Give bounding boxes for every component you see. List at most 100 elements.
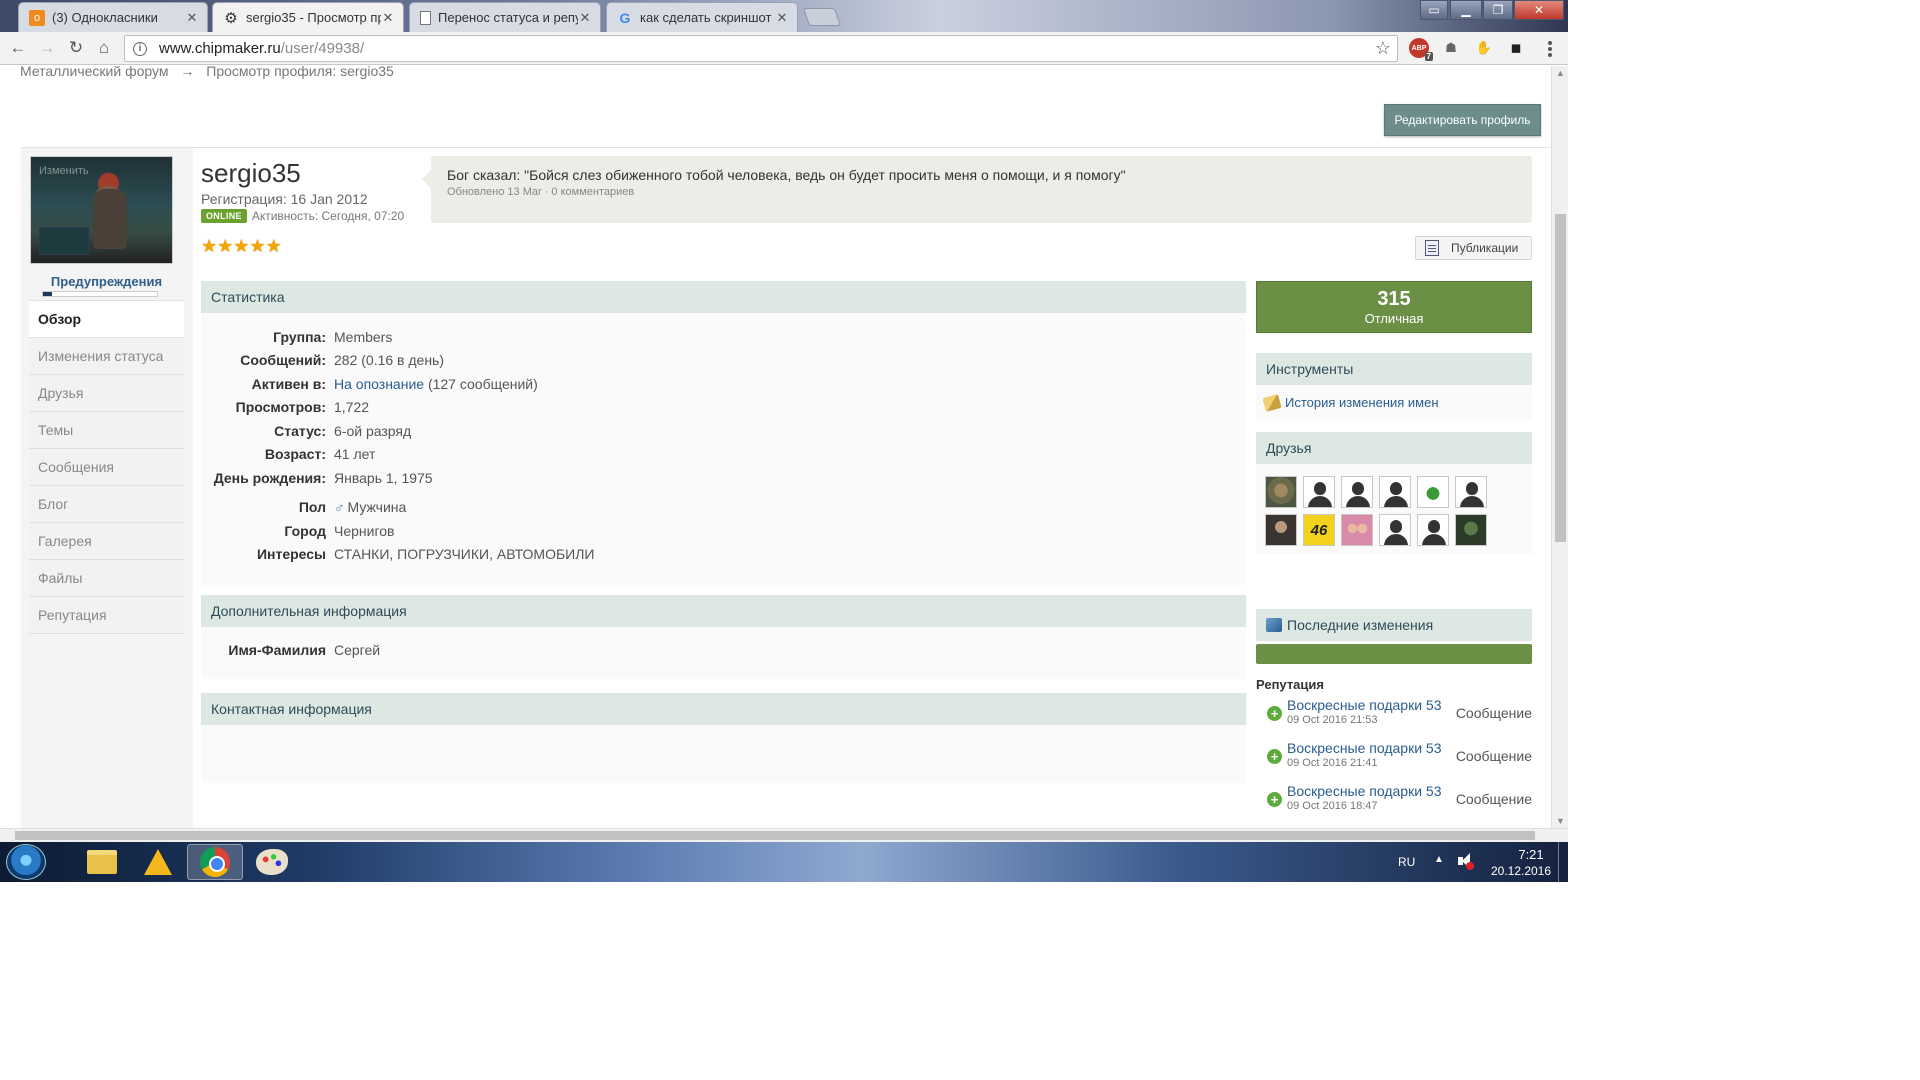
tab-odnoklassniki[interactable]: о (3) Однокласники ✕ xyxy=(18,2,208,32)
close-icon[interactable]: ✕ xyxy=(185,10,199,26)
friend-avatar[interactable] xyxy=(1265,514,1297,546)
avatar[interactable]: Изменить xyxy=(30,156,173,264)
sidenav-item-blog[interactable]: Блог xyxy=(29,486,184,523)
tab-label: Перенос статуса и репу xyxy=(438,10,578,25)
recent-changes-title: Последние изменения xyxy=(1287,617,1434,633)
stats-row-city: Город Чернигов xyxy=(201,523,1246,541)
maximize-button[interactable]: ❐ xyxy=(1483,0,1513,20)
sidenav-item-gallery[interactable]: Галерея xyxy=(29,523,184,560)
sidenav-item-topics[interactable]: Темы xyxy=(29,412,184,449)
close-icon[interactable]: ✕ xyxy=(775,10,789,26)
profile-sidenav: Обзор Изменения статуса Друзья Темы Сооб… xyxy=(29,300,184,634)
extension-bag-icon[interactable]: ☗ xyxy=(1441,38,1461,58)
sidenav-item-files[interactable]: Файлы xyxy=(29,560,184,597)
forward-icon[interactable]: → xyxy=(35,37,59,59)
close-icon[interactable]: ✕ xyxy=(381,10,395,26)
additional-info-body: Имя-Фамилия Сергей xyxy=(201,627,1246,679)
profile-container: Изменить Предупреждения Обзор Изменения … xyxy=(21,147,1551,828)
friend-avatar[interactable] xyxy=(1341,476,1373,508)
explorer-taskbar-icon[interactable] xyxy=(74,844,130,880)
paint-taskbar-icon[interactable] xyxy=(244,844,300,880)
back-icon[interactable]: ← xyxy=(6,37,30,59)
reputation-item-date: 09 Oct 2016 21:41 xyxy=(1287,757,1378,769)
publications-label: Публикации xyxy=(1451,241,1519,255)
friend-avatar[interactable]: 46 xyxy=(1303,514,1335,546)
status-meta[interactable]: Обновлено 13 Mar · 0 комментариев xyxy=(447,186,634,198)
adblock-plus-icon[interactable]: ABP 7 xyxy=(1409,38,1433,61)
sidenav-item-status-changes[interactable]: Изменения статуса xyxy=(29,338,184,375)
reputation-item-title[interactable]: Воскресные подарки 53 xyxy=(1287,740,1442,756)
additional-value: Сергей xyxy=(334,642,381,658)
profile-page: Металлический форум → Просмотр профиля: … xyxy=(8,66,1551,828)
sidenav-item-overview[interactable]: Обзор xyxy=(29,301,184,338)
publications-button[interactable]: Публикации xyxy=(1415,236,1532,260)
friend-avatar[interactable] xyxy=(1379,514,1411,546)
friend-avatar[interactable] xyxy=(1303,476,1335,508)
friend-avatar[interactable] xyxy=(1417,476,1449,508)
bookmark-star-icon[interactable]: ☆ xyxy=(1375,38,1391,59)
scroll-down-icon[interactable]: ▼ xyxy=(1556,816,1565,826)
friend-avatar[interactable] xyxy=(1265,476,1297,508)
name-history-link[interactable]: История изменения имен xyxy=(1262,393,1439,412)
tab-label: (3) Однокласники xyxy=(52,10,158,25)
language-indicator[interactable]: RU xyxy=(1398,855,1415,869)
reputation-item: + Воскресные подарки 53 09 Oct 2016 21:5… xyxy=(1256,697,1532,739)
aimp-taskbar-icon[interactable] xyxy=(130,844,186,880)
tab-google-search[interactable]: G как сделать скриншот н ✕ xyxy=(606,2,798,32)
reputation-item-title[interactable]: Воскресные подарки 53 xyxy=(1287,783,1442,799)
warnings-link[interactable]: Предупреждения xyxy=(29,274,184,289)
friend-avatar[interactable] xyxy=(1379,476,1411,508)
warnings-bar xyxy=(42,291,158,297)
profile-switch-button[interactable]: ▭ xyxy=(1420,0,1448,20)
show-desktop-button[interactable] xyxy=(1558,842,1568,882)
vertical-scroll-thumb[interactable] xyxy=(1555,214,1566,542)
tab-profile[interactable]: ⚙ sergio35 - Просмотр пр ✕ xyxy=(212,2,404,32)
tray-expand-icon[interactable]: ▲ xyxy=(1434,854,1444,865)
tab-status-transfer[interactable]: Перенос статуса и репу ✕ xyxy=(409,2,601,32)
reputation-value: 315 xyxy=(1377,288,1411,310)
sidenav-item-posts[interactable]: Сообщения xyxy=(29,449,184,486)
plus-icon: + xyxy=(1267,706,1282,721)
start-button[interactable] xyxy=(6,844,46,880)
friend-avatar[interactable] xyxy=(1455,476,1487,508)
minimize-button[interactable]: ▁ xyxy=(1450,0,1482,20)
horizontal-scrollbar[interactable] xyxy=(0,828,1568,842)
last-activity: Активность: Сегодня, 07:20 xyxy=(251,209,405,223)
url-host: www.chipmaker.ru xyxy=(159,40,281,57)
friend-avatar[interactable] xyxy=(1417,514,1449,546)
edit-profile-button[interactable]: Редактировать профиль xyxy=(1384,104,1541,136)
friend-avatar[interactable] xyxy=(1455,514,1487,546)
browser-menu-icon[interactable] xyxy=(1548,41,1552,57)
star-icon: ★ xyxy=(265,236,282,256)
friend-avatar[interactable] xyxy=(1341,514,1373,546)
sidenav-item-reputation[interactable]: Репутация xyxy=(29,597,184,634)
chrome-icon xyxy=(200,847,230,877)
stats-row-age: Возраст: 41 лет xyxy=(201,446,1246,464)
chrome-taskbar-icon[interactable] xyxy=(187,844,243,880)
browser-toolbar: ← → ↻ ⌂ i www.chipmaker.ru /user/49938/ … xyxy=(0,32,1568,65)
horizontal-scroll-thumb[interactable] xyxy=(15,831,1535,840)
breadcrumb-forum-link[interactable]: Металлический форум xyxy=(20,66,168,79)
extension-incognito-icon[interactable]: ◼ xyxy=(1506,38,1526,58)
reload-icon[interactable]: ↻ xyxy=(64,37,88,59)
clock-date[interactable]: 20.12.2016 xyxy=(1486,864,1556,878)
scroll-up-icon[interactable]: ▲ xyxy=(1556,68,1565,78)
address-bar[interactable]: i www.chipmaker.ru /user/49938/ ☆ xyxy=(124,35,1398,62)
active-forum-link[interactable]: На опознание xyxy=(334,376,424,392)
reputation-item-title[interactable]: Воскресные подарки 53 xyxy=(1287,697,1442,713)
status-text: Бог сказал: "Бойся слез обиженного тобой… xyxy=(447,167,1126,183)
info-icon[interactable]: i xyxy=(133,41,147,56)
home-icon[interactable]: ⌂ xyxy=(92,37,116,59)
vertical-scrollbar[interactable]: ▲ ▼ xyxy=(1551,66,1568,828)
stats-value: На опознание (127 сообщений) xyxy=(334,376,538,392)
close-icon[interactable]: ✕ xyxy=(578,10,592,26)
close-window-button[interactable]: ✕ xyxy=(1514,0,1564,20)
extension-hand-icon[interactable]: ✋ xyxy=(1474,38,1494,58)
avatar-change-link[interactable]: Изменить xyxy=(39,165,89,177)
stats-value: 282 (0.16 в день) xyxy=(334,352,445,368)
stats-value: ♂ Мужчина xyxy=(334,499,406,515)
new-tab-button[interactable] xyxy=(802,8,842,26)
sidenav-item-friends[interactable]: Друзья xyxy=(29,375,184,412)
stats-value: Январь 1, 1975 xyxy=(334,470,433,486)
clock-time[interactable]: 7:21 xyxy=(1506,847,1556,862)
